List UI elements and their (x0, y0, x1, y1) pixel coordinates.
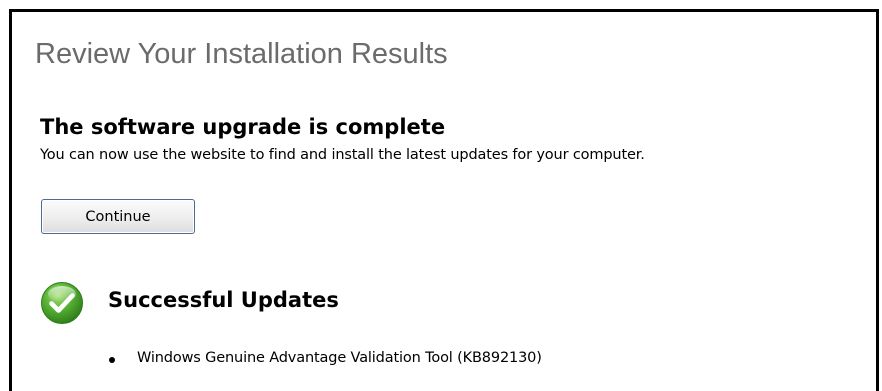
success-check-icon (41, 282, 83, 324)
list-item: Windows Genuine Advantage Validation Too… (109, 350, 542, 366)
update-name: Windows Genuine Advantage Validation Too… (137, 350, 542, 366)
bullet-icon (109, 357, 115, 363)
installation-results-panel: Review Your Installation Results The sof… (9, 9, 879, 391)
status-message: You can now use the website to find and … (40, 147, 645, 163)
successful-updates-heading: Successful Updates (108, 288, 339, 312)
status-heading: The software upgrade is complete (40, 115, 446, 139)
successful-updates-list: Windows Genuine Advantage Validation Too… (109, 350, 542, 366)
continue-button[interactable]: Continue (41, 199, 195, 234)
page-title: Review Your Installation Results (35, 38, 448, 70)
